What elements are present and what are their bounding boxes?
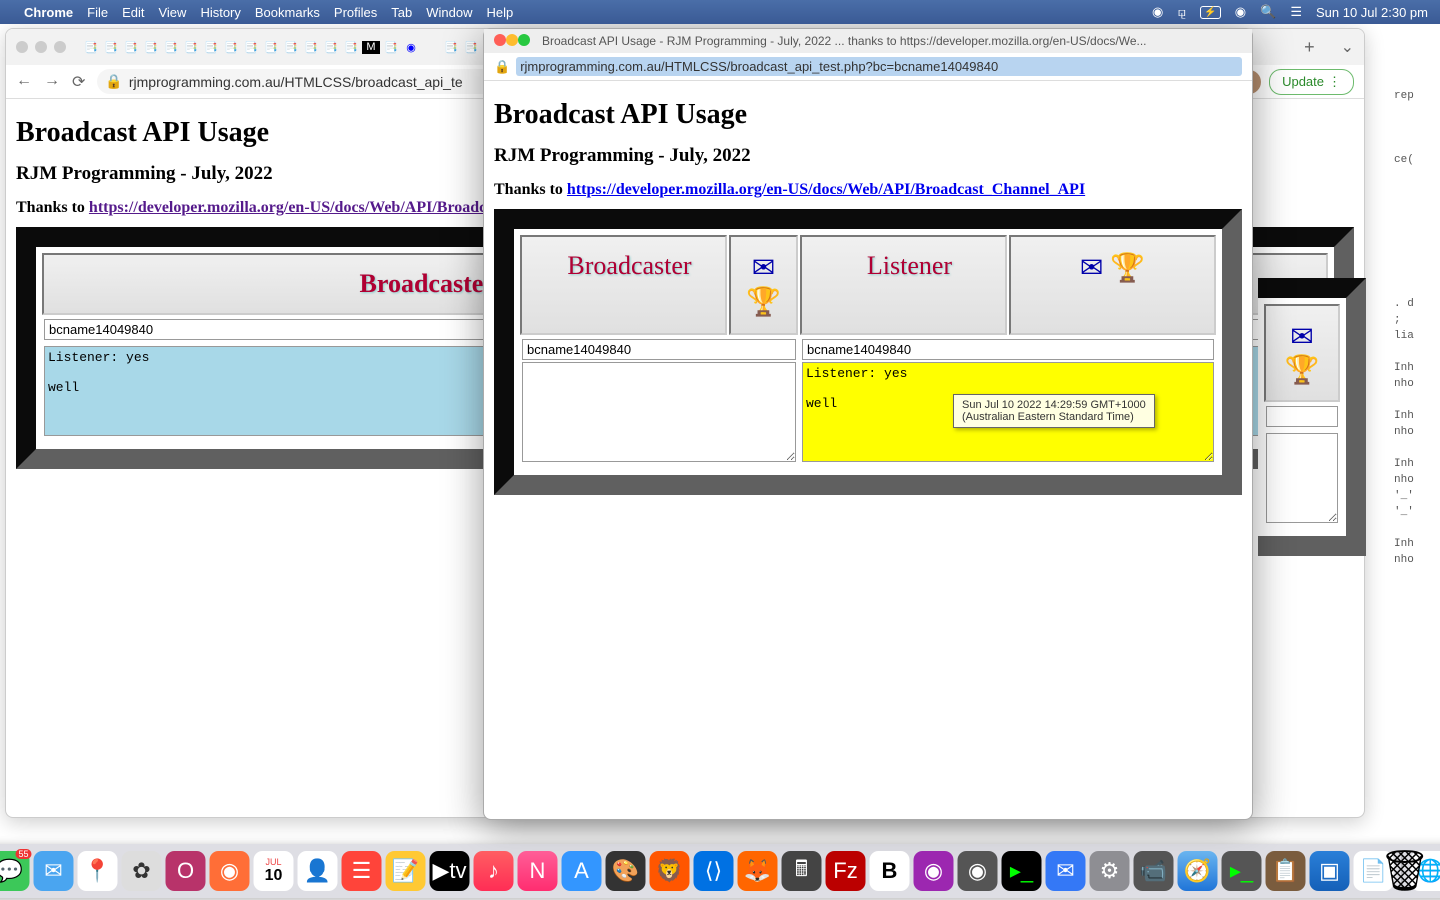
painttool-icon[interactable]: 🎨 — [606, 851, 646, 891]
mail-icon[interactable]: ✉ — [1290, 321, 1313, 352]
spotlight-icon[interactable]: 🔍 — [1260, 4, 1276, 20]
bluetooth-icon[interactable]: ⚼ — [1177, 4, 1186, 20]
notes-icon[interactable]: 📝 — [386, 851, 426, 891]
calculator-icon[interactable]: 🖩 — [782, 851, 822, 891]
contacts-icon[interactable]: 👤 — [298, 851, 338, 891]
opera-icon[interactable]: O — [166, 851, 206, 891]
listener-bcname-input[interactable] — [802, 339, 1214, 360]
back-button[interactable]: ← — [16, 72, 32, 92]
news-icon[interactable]: N — [518, 851, 558, 891]
menu-view[interactable]: View — [158, 5, 186, 20]
menu-history[interactable]: History — [200, 5, 240, 20]
menu-file[interactable]: File — [87, 5, 108, 20]
macos-dock[interactable]: ☻ ⊞ 🧭 💬55 ✉ 📍 ✿ O ◉ JUL10 👤 ☰ 📝 ▶tv ♪ N … — [0, 844, 1440, 898]
bcname-input-right[interactable] — [1266, 406, 1338, 427]
page-title: Broadcast API Usage — [494, 99, 1242, 131]
menu-window[interactable]: Window — [426, 5, 472, 20]
tab-menu-icon[interactable]: ⌄ — [1341, 37, 1354, 57]
firefox-icon[interactable]: 🦊 — [738, 851, 778, 891]
broadcaster-textarea[interactable] — [522, 362, 796, 462]
activity-icon[interactable]: ◉ — [958, 851, 998, 891]
traffic-lights[interactable] — [494, 34, 530, 49]
reload-button[interactable]: ⟳ — [72, 72, 85, 92]
trash-icon[interactable]: 🗑 — [1379, 847, 1430, 894]
mail-icon[interactable]: ✉ — [1080, 253, 1103, 284]
terminal-icon[interactable]: ▸_ — [1002, 851, 1042, 891]
thanks-line: Thanks to https://developer.mozilla.org/… — [494, 181, 1242, 199]
mail-icon[interactable]: ✉ — [34, 851, 74, 891]
code-editor-sliver: rep ce( . d ; lia Inh nho Inh nho Inh nh… — [1390, 28, 1440, 818]
macos-menubar: Chrome File Edit View History Bookmarks … — [0, 0, 1440, 24]
app-name[interactable]: Chrome — [24, 5, 73, 20]
reminders-icon[interactable]: ☰ — [342, 851, 382, 891]
traffic-lights[interactable] — [16, 41, 66, 53]
foreground-page: Broadcast API Usage RJM Programming - Ju… — [484, 81, 1252, 513]
music-icon[interactable]: ♪ — [474, 851, 514, 891]
zoom-icon[interactable]: ▣ — [1310, 851, 1350, 891]
maps-icon[interactable]: 📍 — [78, 851, 118, 891]
mail2-icon[interactable]: ✉ — [1046, 851, 1086, 891]
listener-heading: Listener — [867, 251, 952, 280]
facetime-icon[interactable]: 📹 — [1134, 851, 1174, 891]
foreground-titlebar[interactable]: Broadcast API Usage - RJM Programming - … — [484, 29, 1252, 53]
lock-icon: 🔒 — [494, 59, 510, 75]
thanks-link[interactable]: https://developer.mozilla.org/en-US/docs… — [89, 199, 501, 216]
menu-profiles[interactable]: Profiles — [334, 5, 377, 20]
menu-help[interactable]: Help — [487, 5, 514, 20]
new-tab-button[interactable]: + — [1304, 37, 1315, 58]
background-listener-partial: ✉ 🏆 — [1258, 278, 1366, 498]
foreground-urlbar: 🔒 rjmprogramming.com.au/HTMLCSS/broadcas… — [484, 53, 1252, 81]
postman-icon[interactable]: ◉ — [210, 851, 250, 891]
update-button[interactable]: Update⋮ — [1269, 69, 1354, 95]
photos-icon[interactable]: ✿ — [122, 851, 162, 891]
broadcaster-heading: Broadcaster — [567, 251, 691, 280]
appstore-icon[interactable]: A — [562, 851, 602, 891]
broadcaster-bcname-input[interactable] — [522, 339, 796, 360]
settings-icon[interactable]: ⚙ — [1090, 851, 1130, 891]
messages-icon[interactable]: 💬55 — [0, 851, 30, 891]
trophy-icon: 🏆 — [1285, 354, 1320, 385]
url-text[interactable]: rjmprogramming.com.au/HTMLCSS/broadcast_… — [516, 57, 1242, 76]
trophy-icon: 🏆 — [1110, 253, 1145, 284]
url-text: rjmprogramming.com.au/HTMLCSS/broadcast_… — [129, 74, 463, 90]
bapp-icon[interactable]: B — [870, 851, 910, 891]
bravebrowser-icon[interactable]: 🦁 — [650, 851, 690, 891]
timestamp-tooltip: Sun Jul 10 2022 14:29:59 GMT+1000(Austra… — [953, 394, 1155, 428]
menu-bookmarks[interactable]: Bookmarks — [255, 5, 320, 20]
trophy-icon: 🏆 — [746, 287, 781, 318]
listener-textarea-partial[interactable] — [1266, 433, 1338, 523]
control-center-icon[interactable]: ☰ — [1290, 4, 1302, 20]
forward-button[interactable]: → — [44, 72, 60, 92]
podcasts-icon[interactable]: ◉ — [914, 851, 954, 891]
mail-icon[interactable]: ✉ — [752, 253, 775, 284]
record-icon[interactable]: ◉ — [1152, 4, 1163, 20]
textedit2-icon[interactable]: 📋 — [1266, 851, 1306, 891]
main-box: Broadcaster ✉ 🏆 Listener ✉ 🏆 — [494, 209, 1242, 495]
wifi-icon[interactable]: ◉ — [1235, 4, 1246, 20]
filezilla-icon[interactable]: Fz — [826, 851, 866, 891]
window-title: Broadcast API Usage - RJM Programming - … — [542, 34, 1242, 48]
safari2-icon[interactable]: 🧭 — [1178, 851, 1218, 891]
thanks-link[interactable]: https://developer.mozilla.org/en-US/docs… — [567, 181, 1085, 198]
battery-icon[interactable]: ⚡ — [1200, 6, 1220, 19]
menu-tab[interactable]: Tab — [391, 5, 412, 20]
lock-icon: 🔒 — [105, 73, 122, 90]
page-subtitle: RJM Programming - July, 2022 — [494, 145, 1242, 167]
datetime[interactable]: Sun 10 Jul 2:30 pm — [1316, 5, 1428, 20]
broadcaster-heading: Broadcaster — [360, 269, 495, 298]
appletv-icon[interactable]: ▶tv — [430, 851, 470, 891]
vscode-icon[interactable]: ⟨⟩ — [694, 851, 734, 891]
menu-edit[interactable]: Edit — [122, 5, 144, 20]
iterm-icon[interactable]: ▸_ — [1222, 851, 1262, 891]
calendar-icon[interactable]: JUL10 — [254, 851, 294, 891]
